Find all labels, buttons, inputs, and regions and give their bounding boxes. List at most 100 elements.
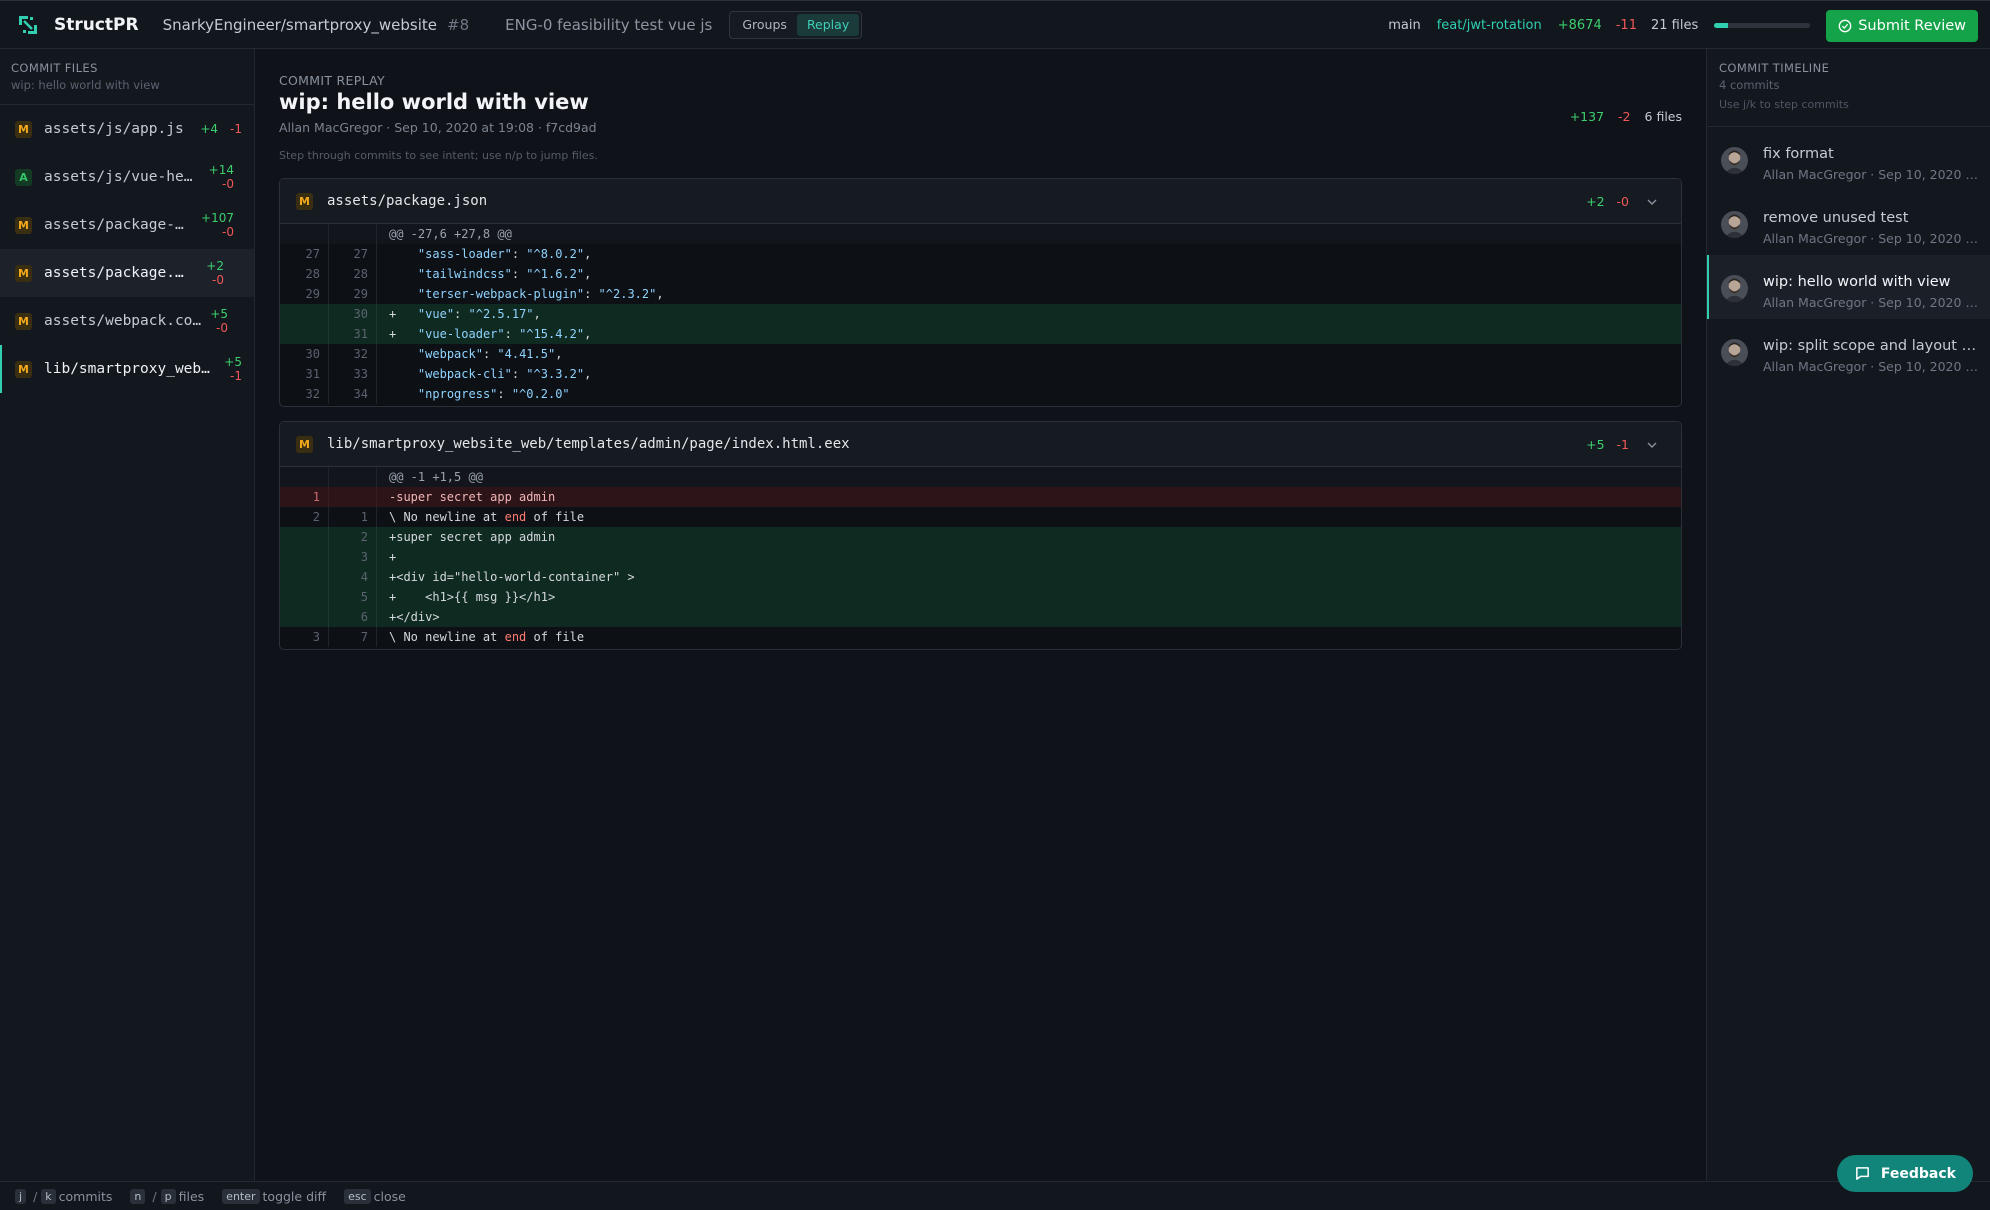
brand-name: StructPR: [54, 14, 139, 35]
tab-groups[interactable]: Groups: [732, 14, 797, 36]
repo-name[interactable]: SnarkyEngineer/smartproxy_website: [163, 16, 437, 34]
file-additions: +4: [200, 122, 219, 136]
diff-deletions: -1: [1616, 437, 1629, 452]
diff-line-added: 31 + "vue-loader": "^15.4.2",: [280, 324, 1681, 344]
file-name: assets/js/app.js: [44, 121, 184, 137]
commit-meta: Allan MacGregor · Sep 10, 2020 at 19:08 …: [279, 120, 597, 135]
chat-bubble-icon: [1855, 1167, 1869, 1180]
total-deletions: -11: [1615, 18, 1637, 33]
avatar: [1721, 211, 1748, 238]
commit-item[interactable]: fix format Allan MacGregor · Sep 10, 202…: [1707, 127, 1990, 191]
base-branch: main: [1388, 18, 1421, 33]
hunk-header: @@ -27,6 +27,8 @@: [280, 224, 1681, 244]
diff-line: 29 29 "terser-webpack-plugin": "^2.3.2",: [280, 284, 1681, 304]
file-name: assets/package.json: [44, 265, 189, 281]
diff-header[interactable]: M lib/smartproxy_website_web/templates/a…: [280, 422, 1681, 467]
diff-additions: +5: [1586, 437, 1605, 452]
status-badge: M: [296, 192, 313, 210]
commit-item-current[interactable]: wip: hello world with view Allan MacGreg…: [1707, 255, 1990, 319]
file-name: assets/webpack.config.js: [44, 313, 202, 329]
file-item[interactable]: M assets/package.json +2-0: [0, 249, 254, 297]
file-item[interactable]: M lib/smartproxy_website_web/templates/a…: [0, 345, 254, 393]
timeline-hint: Use j/k to step commits: [1719, 98, 1849, 111]
file-deletions: -0: [222, 177, 234, 191]
pr-title: ENG-0 feasibility test vue js: [505, 15, 713, 34]
file-additions: +14: [208, 163, 234, 177]
avatar: [1721, 275, 1748, 302]
structpr-logo-icon: [19, 15, 37, 34]
commit-meta: Allan MacGregor · Sep 10, 2020 at 19:22: [1763, 167, 1981, 182]
submit-review-button[interactable]: Submit Review: [1826, 9, 1978, 42]
hunk-header: @@ -1 +1,5 @@: [280, 467, 1681, 487]
commit-title: fix format: [1763, 146, 1834, 162]
file-name: assets/package-lock.json: [44, 217, 192, 233]
commit-list: fix format Allan MacGregor · Sep 10, 202…: [1707, 127, 1990, 383]
file-deletions: -0: [216, 321, 228, 335]
head-branch: feat/jwt-rotation: [1436, 18, 1542, 33]
status-badge: M: [15, 120, 32, 138]
key-enter: enter: [222, 1188, 260, 1204]
diff-additions: +2: [1586, 194, 1605, 209]
commit-replay-main: COMMIT REPLAY wip: hello world with view…: [256, 49, 1705, 1181]
diff-line: 27 27 "sass-loader": "^8.0.2",: [280, 244, 1681, 264]
commit-files-title: COMMIT FILES: [11, 61, 98, 75]
file-item[interactable]: M assets/js/app.js +4 -1: [0, 105, 254, 153]
file-item[interactable]: M assets/package-lock.json +107-0: [0, 201, 254, 249]
diff-line: 30 32 "webpack": "4.41.5",: [280, 344, 1681, 364]
status-badge: A: [15, 168, 32, 186]
review-progress-bar: [1714, 23, 1811, 28]
diff-card: M lib/smartproxy_website_web/templates/a…: [279, 421, 1682, 650]
commit-item[interactable]: remove unused test Allan MacGregor · Sep…: [1707, 191, 1990, 255]
logo[interactable]: StructPR: [16, 13, 139, 37]
file-name: assets/js/vue-hello-world.js: [44, 169, 194, 185]
file-deletions: -0: [212, 273, 224, 287]
diff-line-removed: 1 -super secret app admin: [280, 487, 1681, 507]
feedback-label: Feedback: [1880, 1165, 1956, 1182]
file-additions: +2: [206, 259, 224, 273]
file-additions: +5: [210, 307, 228, 321]
page-title: wip: hello world with view: [279, 90, 589, 114]
top-bar: StructPR SnarkyEngineer/smartproxy_websi…: [0, 0, 1990, 49]
file-list: M assets/js/app.js +4 -1 A assets/js/vue-…: [0, 105, 254, 393]
shortcut-bar: j / k commits n / p files enter toggle diff …: [0, 1181, 1990, 1210]
chevron-down-icon[interactable]: [1645, 195, 1659, 209]
key-esc: esc: [344, 1188, 371, 1204]
status-badge: M: [15, 360, 32, 378]
file-deletions: -1: [230, 122, 242, 136]
commit-additions: +137: [1569, 109, 1605, 124]
pr-number: #8: [447, 15, 470, 34]
file-item[interactable]: M assets/webpack.config.js +5-0: [0, 297, 254, 345]
section-eyebrow: COMMIT REPLAY: [279, 73, 385, 88]
chevron-down-icon[interactable]: [1645, 438, 1659, 452]
commit-hint: Step through commits to see intent; use …: [279, 149, 598, 162]
key-j: j: [15, 1188, 27, 1204]
shortcut-files: n / p files: [130, 1188, 205, 1204]
commit-deletions: -2: [1618, 109, 1631, 124]
diff-card: M assets/package.json +2 -0 @@ -27,6 +27…: [279, 178, 1682, 407]
shortcut-label: close: [373, 1188, 406, 1204]
check-circle-icon: [1838, 19, 1852, 32]
shortcut-label: files: [178, 1188, 205, 1204]
commit-meta: Allan MacGregor · Sep 10, 2020 at 18:51: [1763, 359, 1981, 374]
file-additions: +5: [224, 355, 242, 369]
diff-line: 2 1 \ No newline at end of file: [280, 507, 1681, 527]
commit-item[interactable]: wip: split scope and layout by admin All…: [1707, 319, 1990, 383]
diff-deletions: -0: [1616, 194, 1629, 209]
diff-line: 31 33 "webpack-cli": "^3.3.2",: [280, 364, 1681, 384]
commit-timeline-panel: COMMIT TIMELINE 4 commits Use j/k to ste…: [1706, 49, 1990, 1181]
diff-header[interactable]: M assets/package.json +2 -0: [280, 179, 1681, 224]
diff-line-added: 5 + <h1>{{ msg }}</h1>: [280, 587, 1681, 607]
commit-timeline-title: COMMIT TIMELINE: [1719, 61, 1830, 75]
view-toggle: Groups Replay: [729, 10, 863, 39]
shortcut-close: esc close: [344, 1188, 406, 1204]
diff-line-added: 2 +super secret app admin: [280, 527, 1681, 547]
tab-replay[interactable]: Replay: [796, 13, 860, 36]
file-item[interactable]: A assets/js/vue-hello-world.js +14-0: [0, 153, 254, 201]
shortcut-label: commits: [58, 1188, 113, 1204]
status-badge: M: [15, 312, 32, 330]
status-badge: M: [296, 435, 313, 453]
shortcut-commits: j / k commits: [15, 1188, 113, 1204]
total-additions: +8674: [1557, 18, 1602, 33]
file-deletions: -0: [222, 225, 234, 239]
feedback-button[interactable]: Feedback: [1836, 1155, 1973, 1192]
